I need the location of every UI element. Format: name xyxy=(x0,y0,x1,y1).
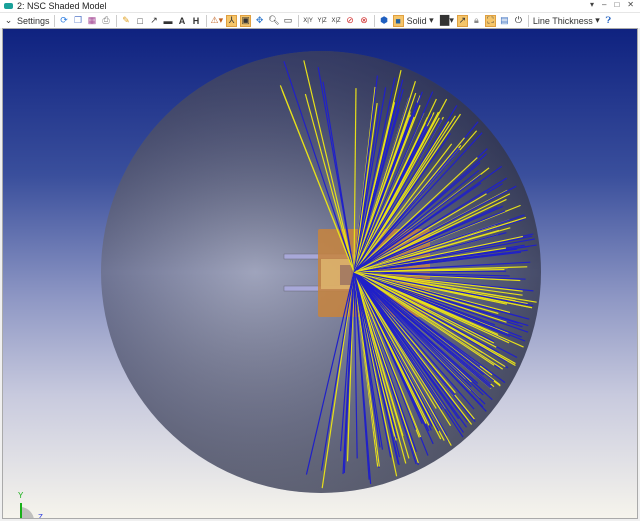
view-icon[interactable]: ▣ xyxy=(240,15,251,27)
axis-triad: Y Z xyxy=(17,495,47,519)
line-thickness-label: Line Thickness xyxy=(533,16,593,26)
3d-viewport[interactable]: Y Z xyxy=(2,28,638,519)
text-icon[interactable]: A xyxy=(177,15,188,27)
save-icon[interactable]: ▦ xyxy=(87,15,98,27)
minimize-button[interactable]: – xyxy=(602,0,606,9)
shaded-icon[interactable]: ⬢ xyxy=(379,15,390,27)
z-axis-label: Z xyxy=(38,513,43,519)
render-mode-value: Solid xyxy=(407,16,427,26)
title-bar: 2: NSC Shaded Model ▾ – □ ✕ xyxy=(0,0,640,13)
yz-view-icon[interactable]: Y|Z xyxy=(317,15,328,27)
y-axis-label: Y xyxy=(18,491,23,500)
lighting-icon[interactable]: ⚠▾ xyxy=(211,15,224,27)
copy-icon[interactable]: ❐ xyxy=(73,15,84,27)
xy-view-icon[interactable]: X|Y xyxy=(303,15,314,27)
ray-icon[interactable]: ↗ xyxy=(457,15,468,27)
help-icon[interactable]: ❓︎ xyxy=(603,15,614,27)
close-button[interactable]: ✕ xyxy=(627,0,634,9)
pencil-icon[interactable]: ✎ xyxy=(121,15,132,27)
solid-icon[interactable]: ■ xyxy=(393,15,404,27)
rectangle-icon[interactable]: □ xyxy=(135,15,146,27)
window-menu-button[interactable]: ▾ xyxy=(590,0,594,9)
power-icon[interactable]: ⏻ xyxy=(513,15,524,27)
arrow-icon[interactable]: ↗ xyxy=(149,15,160,27)
maximize-button[interactable]: □ xyxy=(614,0,619,9)
zoom-icon[interactable]: 🔍︎ xyxy=(268,15,279,27)
settings-button[interactable]: Settings xyxy=(17,15,50,27)
render-mode-dropdown[interactable]: Solid ▾ xyxy=(407,15,434,27)
scene xyxy=(3,29,638,519)
pan-icon[interactable]: ✥ xyxy=(254,15,265,27)
refresh-icon[interactable]: ⟳ xyxy=(59,15,70,27)
window-title: 2: NSC Shaded Model xyxy=(17,1,107,11)
settings-chevron-icon[interactable]: ⌄ xyxy=(3,15,14,27)
lock-icon[interactable]: 🔒︎ xyxy=(471,15,482,27)
fit-icon[interactable]: ⛶ xyxy=(485,15,496,27)
color-gradient-icon[interactable]: ▐█▾ xyxy=(437,15,454,27)
line-thickness-dropdown[interactable]: Line Thickness ▾ xyxy=(533,15,600,27)
window-icon[interactable]: ▤ xyxy=(499,15,510,27)
reset-icon[interactable]: ⊗ xyxy=(359,15,370,27)
dimension-icon[interactable]: H xyxy=(191,15,202,27)
app-icon xyxy=(4,3,13,9)
zoom-window-icon[interactable]: ▭ xyxy=(283,15,294,27)
print-icon[interactable]: ⎙ xyxy=(101,15,112,27)
rotate-icon[interactable]: ⊘ xyxy=(345,15,356,27)
axes-icon[interactable]: ⅄ xyxy=(226,15,237,27)
xz-view-icon[interactable]: X|Z xyxy=(331,15,342,27)
toolbar: ⌄ Settings ⟳ ❐ ▦ ⎙ ✎ □ ↗ ▬ A H ⚠▾ ⅄ ▣ ✥ … xyxy=(0,13,640,28)
line-icon[interactable]: ▬ xyxy=(163,15,174,27)
